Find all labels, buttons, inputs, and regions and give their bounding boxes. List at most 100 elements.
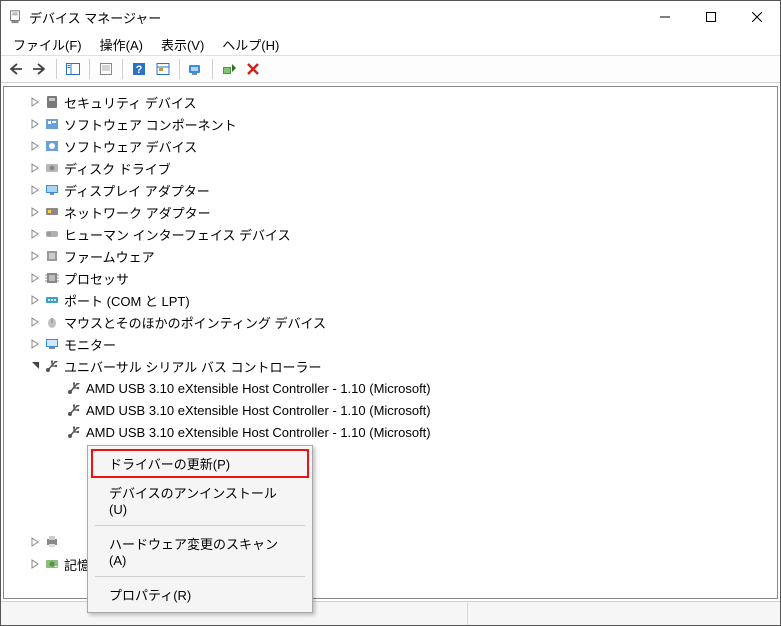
window-controls — [642, 1, 780, 33]
menubar: ファイル(F) 操作(A) 表示(V) ヘルプ(H) — [1, 33, 780, 55]
tree-category-label: ディスプレイ アダプター — [64, 181, 210, 200]
hid-icon — [44, 226, 60, 242]
expand-icon[interactable] — [28, 227, 42, 241]
app-icon — [7, 9, 23, 25]
context-menu-separator — [95, 525, 305, 526]
menu-view[interactable]: 表示(V) — [153, 33, 212, 56]
tree-category[interactable]: ソフトウェア コンポーネント — [4, 113, 777, 135]
device-manager-window: デバイス マネージャー ファイル(F) 操作(A) 表示(V) ヘルプ(H) — [0, 0, 781, 626]
titlebar: デバイス マネージャー — [1, 1, 780, 33]
expand-icon[interactable] — [28, 315, 42, 329]
maximize-button[interactable] — [688, 1, 734, 33]
expand-icon[interactable] — [28, 557, 42, 571]
status-pane-right — [468, 602, 780, 625]
toolbar-separator — [179, 59, 180, 79]
tree-category-label: ヒューマン インターフェイス デバイス — [64, 225, 291, 244]
tree-device[interactable]: AMD USB 3.10 eXtensible Host Controller … — [4, 421, 777, 443]
uninstall-device-button[interactable] — [242, 58, 264, 80]
expand-icon[interactable] — [28, 337, 42, 351]
tree-device[interactable]: AMD USB 3.10 eXtensible Host Controller … — [4, 399, 777, 421]
tree-category[interactable]: ディスク ドライブ — [4, 157, 777, 179]
tree-device[interactable]: AMD USB 3.10 eXtensible Host Controller … — [4, 377, 777, 399]
tree-category[interactable]: ユニバーサル シリアル バス コントローラー — [4, 355, 777, 377]
tree-category[interactable]: ネットワーク アダプター — [4, 201, 777, 223]
context-menu: ドライバーの更新(P)デバイスのアンインストール(U) ハードウェア変更のスキャン… — [87, 445, 313, 613]
tree-category[interactable]: ヒューマン インターフェイス デバイス — [4, 223, 777, 245]
tree-category[interactable]: モニター — [4, 333, 777, 355]
close-button[interactable] — [734, 1, 780, 33]
back-button[interactable] — [5, 58, 27, 80]
software-comp-icon — [44, 116, 60, 132]
expand-icon[interactable] — [28, 205, 42, 219]
expand-icon[interactable] — [28, 535, 42, 549]
help-button[interactable]: ? — [128, 58, 150, 80]
toolbar-separator — [56, 59, 57, 79]
usb-ctrl-icon — [66, 402, 82, 418]
firmware-icon — [44, 248, 60, 264]
forward-button[interactable] — [29, 58, 51, 80]
toolbar-separator — [122, 59, 123, 79]
tree-category-label: マウスとそのほかのポインティング デバイス — [64, 313, 326, 332]
network-icon — [44, 204, 60, 220]
menu-file[interactable]: ファイル(F) — [5, 33, 90, 56]
update-driver-button[interactable] — [218, 58, 240, 80]
minimize-button[interactable] — [642, 1, 688, 33]
expand-icon[interactable] — [28, 139, 42, 153]
tree-category-label: モニター — [64, 335, 116, 354]
tree-category[interactable]: プロセッサ — [4, 267, 777, 289]
svg-text:?: ? — [136, 64, 143, 76]
disk-icon — [44, 160, 60, 176]
context-menu-item[interactable]: プロパティ(R) — [91, 580, 309, 609]
tree-category[interactable]: セキュリティ デバイス — [4, 91, 777, 113]
monitor-icon — [44, 336, 60, 352]
tree-category-label: ポート (COM と LPT) — [64, 291, 190, 310]
expand-icon[interactable] — [28, 161, 42, 175]
print-icon — [44, 534, 60, 550]
toolbar: ? — [1, 55, 780, 83]
tree-device-label: AMD USB 3.10 eXtensible Host Controller … — [86, 403, 431, 418]
tree-category[interactable]: ファームウェア — [4, 245, 777, 267]
tree-category[interactable]: ポート (COM と LPT) — [4, 289, 777, 311]
menu-action[interactable]: 操作(A) — [92, 33, 151, 56]
expand-icon[interactable] — [28, 95, 42, 109]
display-icon — [44, 182, 60, 198]
tree-device-label: AMD USB 3.10 eXtensible Host Controller … — [86, 425, 431, 440]
tree-category-label: ソフトウェア デバイス — [64, 137, 197, 156]
tree-category-label: セキュリティ デバイス — [64, 93, 196, 112]
context-menu-item[interactable]: デバイスのアンインストール(U) — [91, 478, 309, 522]
expand-icon[interactable] — [28, 183, 42, 197]
toolbar-separator — [212, 59, 213, 79]
scan-hardware-button[interactable] — [185, 58, 207, 80]
tree-category[interactable]: マウスとそのほかのポインティング デバイス — [4, 311, 777, 333]
tree-category[interactable]: ソフトウェア デバイス — [4, 135, 777, 157]
cpu-icon — [44, 270, 60, 286]
expand-icon[interactable] — [28, 249, 42, 263]
context-menu-item[interactable]: ハードウェア変更のスキャン(A) — [91, 529, 309, 573]
usb-ctrl-icon — [66, 380, 82, 396]
properties-button[interactable] — [95, 58, 117, 80]
security-icon — [44, 94, 60, 110]
mouse-icon — [44, 314, 60, 330]
tree-device-label: AMD USB 3.10 eXtensible Host Controller … — [86, 381, 431, 396]
tree-category[interactable]: ディスプレイ アダプター — [4, 179, 777, 201]
storage-icon — [44, 556, 60, 572]
tree-category-label: ディスク ドライブ — [64, 159, 171, 178]
port-icon — [44, 292, 60, 308]
software-dev-icon — [44, 138, 60, 154]
tree-category-label: ネットワーク アダプター — [64, 203, 211, 222]
tree-category-label: プロセッサ — [64, 269, 129, 288]
tree-category-label: ファームウェア — [64, 247, 155, 266]
usb-icon — [44, 358, 60, 374]
collapse-icon[interactable] — [28, 359, 42, 373]
tree-category-label: ソフトウェア コンポーネント — [64, 115, 237, 134]
window-title: デバイス マネージャー — [29, 8, 161, 27]
context-menu-item[interactable]: ドライバーの更新(P) — [91, 449, 309, 478]
action-menu-button[interactable] — [152, 58, 174, 80]
show-hide-tree-button[interactable] — [62, 58, 84, 80]
expand-icon[interactable] — [28, 271, 42, 285]
usb-ctrl-icon — [66, 424, 82, 440]
expand-icon[interactable] — [28, 293, 42, 307]
context-menu-separator — [95, 576, 305, 577]
expand-icon[interactable] — [28, 117, 42, 131]
menu-help[interactable]: ヘルプ(H) — [214, 33, 287, 56]
